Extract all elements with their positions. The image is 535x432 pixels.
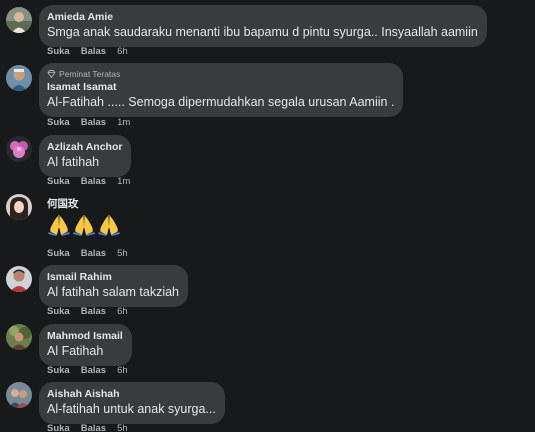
comment-author[interactable]: Amieda Amie — [47, 11, 478, 24]
comment-actions: Suka Balas 5h — [47, 248, 128, 260]
comment-bubble: Ismail Rahim Al fatihah salam takziah — [39, 265, 189, 307]
comment-timestamp[interactable]: 1m — [117, 176, 130, 188]
comment-bubble: 何国玫 — [39, 192, 130, 248]
comment-text: Al-Fatihah ..... Semoga dipermudahkan se… — [47, 95, 395, 109]
comment-feed: Amieda Amie Smga anak saudaraku menanti … — [0, 0, 535, 432]
diamond-icon — [47, 70, 56, 78]
like-button[interactable]: Suka — [47, 365, 70, 377]
reply-button[interactable]: Balas — [81, 46, 106, 58]
comment-bubble: Azlizah Anchor Al fatihah — [39, 135, 132, 177]
reply-button[interactable]: Balas — [81, 117, 106, 129]
comment-timestamp[interactable]: 6h — [117, 306, 128, 318]
avatar[interactable] — [6, 324, 32, 350]
comment-author[interactable]: Ismail Rahim — [47, 271, 179, 284]
comment-text: Al fatihah — [47, 155, 100, 169]
reply-button[interactable]: Balas — [81, 248, 106, 260]
like-button[interactable]: Suka — [47, 117, 70, 129]
comment-actions: Suka Balas 1m — [47, 176, 130, 188]
comment-actions: Suka Balas 6h — [47, 46, 128, 58]
comment-author[interactable]: 何国玫 — [47, 198, 121, 211]
comment-text: Smga anak saudaraku menanti ibu bapamu d… — [47, 25, 478, 39]
folded-hands-icon — [97, 214, 121, 241]
comment-bubble: Amieda Amie Smga anak saudaraku menanti … — [39, 5, 487, 47]
avatar[interactable] — [6, 7, 32, 33]
comment-timestamp[interactable]: 1m — [117, 117, 130, 129]
comment-timestamp[interactable]: 5h — [117, 248, 128, 260]
comment-author[interactable]: Aishah Aishah — [47, 388, 216, 401]
comment-author[interactable]: Azlizah Anchor — [47, 141, 122, 154]
comment-bubble: Peminat Teratas Isamat Isamat Al-Fatihah… — [39, 63, 404, 117]
comment-actions: Suka Balas 6h — [47, 306, 128, 318]
avatar[interactable] — [6, 194, 32, 220]
reply-button[interactable]: Balas — [81, 423, 106, 432]
folded-hands-icon — [72, 214, 96, 241]
badge-label: Peminat Teratas — [59, 69, 121, 79]
reply-button[interactable]: Balas — [81, 365, 106, 377]
comment-author[interactable]: Isamat Isamat — [47, 81, 394, 94]
comment-text: Al-fatihah untuk anak syurga... — [47, 402, 216, 416]
comment-actions: Suka Balas 6h — [47, 365, 128, 377]
comment-timestamp[interactable]: 6h — [117, 46, 128, 58]
avatar[interactable] — [6, 136, 32, 162]
emoji-row — [47, 214, 121, 241]
comment-text: Al Fatihah — [47, 344, 104, 358]
avatar[interactable] — [6, 266, 32, 292]
like-button[interactable]: Suka — [47, 306, 70, 318]
like-button[interactable]: Suka — [47, 46, 70, 58]
like-button[interactable]: Suka — [47, 176, 70, 188]
avatar[interactable] — [6, 65, 32, 91]
avatar[interactable] — [6, 382, 32, 408]
comment-text: Al fatihah salam takziah — [47, 285, 180, 299]
comment-actions: Suka Balas 5h — [47, 423, 128, 432]
comment-timestamp[interactable]: 6h — [117, 365, 128, 377]
reply-button[interactable]: Balas — [81, 306, 106, 318]
comment-timestamp[interactable]: 5h — [117, 423, 128, 432]
comment-actions: Suka Balas 1m — [47, 117, 130, 129]
folded-hands-icon — [47, 214, 71, 241]
top-fan-badge[interactable]: Peminat Teratas — [47, 68, 394, 80]
comment-bubble: Mahmod Ismail Al Fatihah — [39, 324, 132, 366]
comment-author[interactable]: Mahmod Ismail — [47, 330, 123, 343]
like-button[interactable]: Suka — [47, 423, 70, 432]
reply-button[interactable]: Balas — [81, 176, 106, 188]
like-button[interactable]: Suka — [47, 248, 70, 260]
comment-bubble: Aishah Aishah Al-fatihah untuk anak syur… — [39, 382, 225, 424]
